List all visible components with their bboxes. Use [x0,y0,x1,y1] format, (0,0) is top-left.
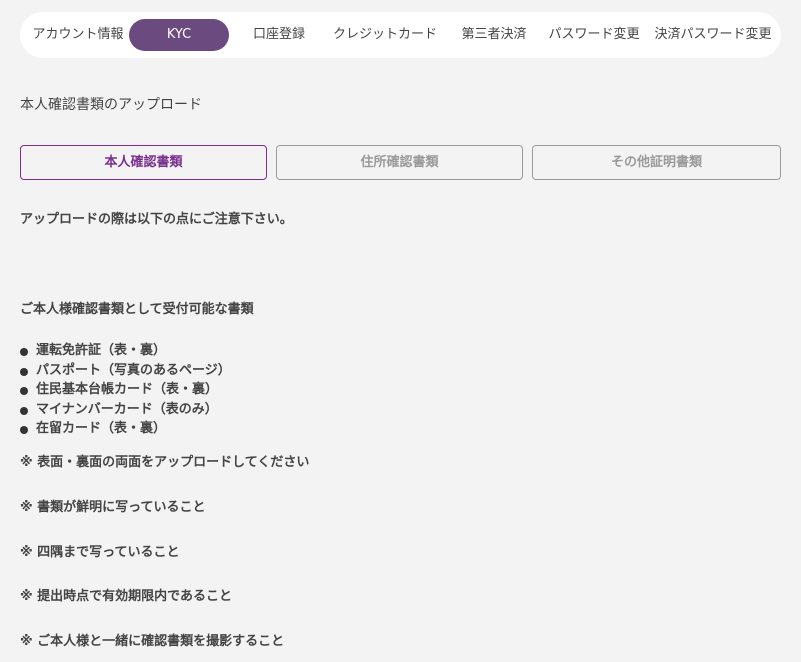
bullet-icon [20,348,28,356]
list-item: 在留カード（表・裏） [20,419,231,439]
nav-item-payment-password-change[interactable]: 決済パスワード変更 [650,19,776,51]
bullet-icon [20,406,28,415]
page-title: 本人確認書類のアップロード [20,97,202,113]
bullet-icon [20,367,28,376]
list-item-label: パスポート（写真のあるページ） [36,362,231,378]
list-item-label: 運転免許証（表・裏） [36,343,167,358]
list-item: パスポート（写真のあるページ） [20,361,231,381]
list-item-label: 在留カード（表・裏） [36,421,167,436]
nav-item-account-info[interactable]: アカウント情報 [30,19,126,51]
tab-identity-document[interactable]: 本人確認書類 [20,145,267,180]
note-both-sides: ※ 表面・裏面の両面をアップロードしてください [20,455,310,470]
nav-item-password-change[interactable]: パスワード変更 [546,19,642,51]
accepted-docs-list: 運転免許証（表・裏） パスポート（写真のあるページ） 住民基本台帳カード（表・裏… [20,341,231,439]
nav-item-third-party-payment[interactable]: 第三者決済 [456,19,532,51]
note-four-corners: ※ 四隅まで写っていること [20,545,180,560]
nav-item-kyc[interactable]: KYC [129,19,229,51]
tab-other-document[interactable]: その他証明書類 [532,145,781,180]
note-clear-image: ※ 書類が鮮明に写っていること [20,500,206,515]
tab-address-document[interactable]: 住所確認書類 [276,145,523,180]
bullet-icon [20,387,28,395]
list-item-label: 住民基本台帳カード（表・裏） [36,382,219,397]
list-item: マイナンバーカード（表のみ） [20,400,231,420]
nav-item-bank-account[interactable]: 口座登録 [242,19,316,51]
upload-notice: アップロードの際は以下の点にご注意下さい。 [20,212,293,227]
list-item-label: マイナンバーカード（表のみ） [36,401,218,417]
top-nav: アカウント情報 KYC 口座登録 クレジットカード 第三者決済 パスワード変更 … [20,12,781,58]
note-valid-period: ※ 提出時点で有効期限内であること [20,589,233,604]
note-selfie-with-document: ※ ご本人様と一緒に確認書類を撮影すること [20,634,285,649]
list-item: 住民基本台帳カード（表・裏） [20,380,231,400]
accepted-docs-heading: ご本人様確認書類として受付可能な書類 [20,302,254,317]
list-item: 運転免許証（表・裏） [20,341,231,361]
bullet-icon [20,426,28,434]
nav-item-credit-card[interactable]: クレジットカード [330,19,440,51]
